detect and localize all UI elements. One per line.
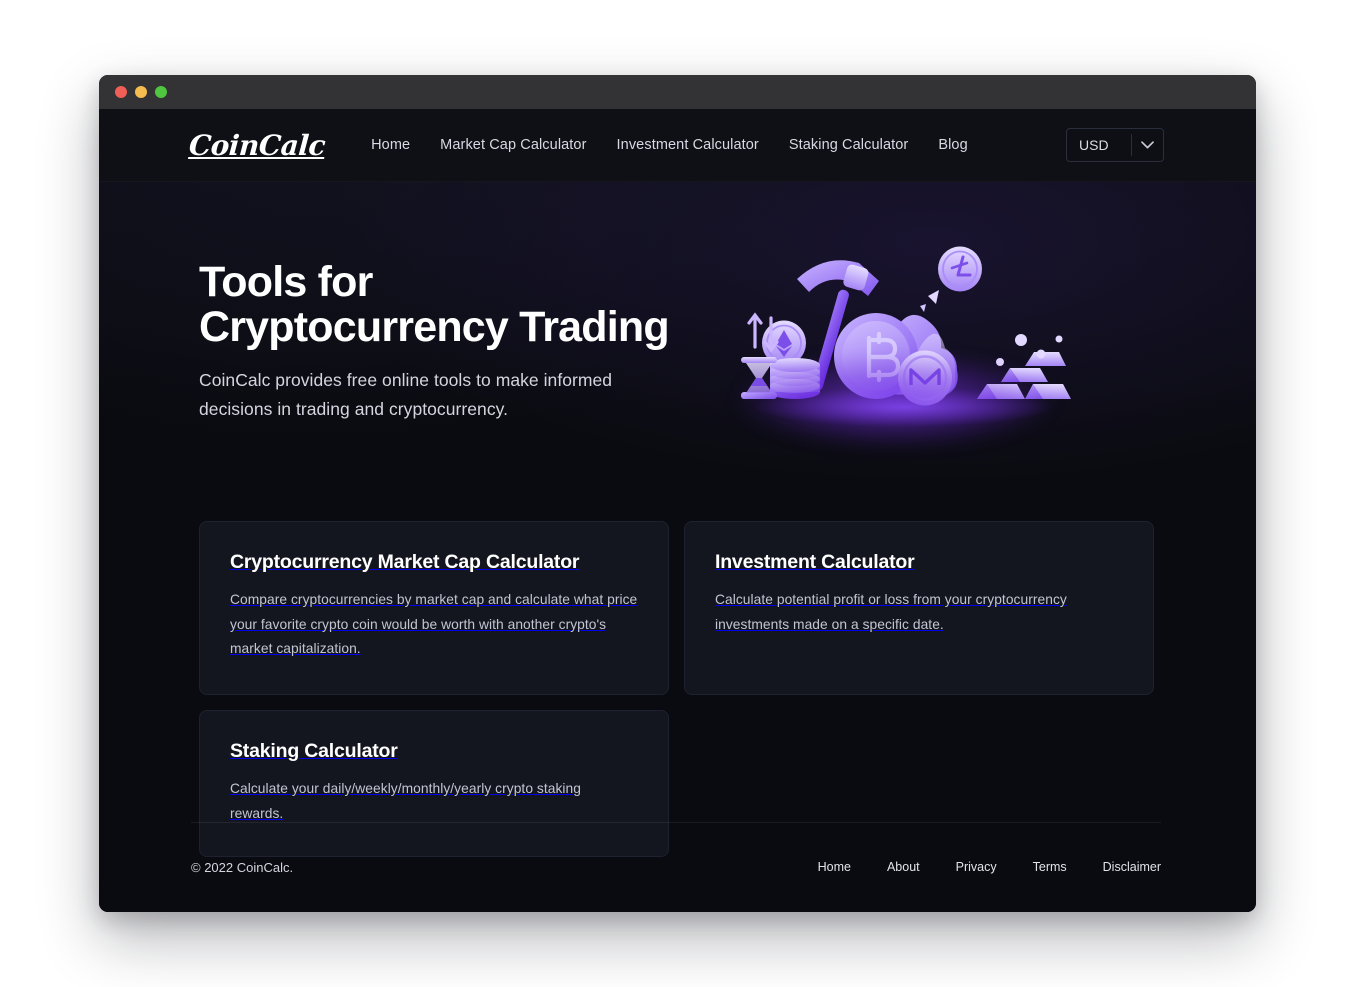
nav-link-investment-calculator[interactable]: Investment Calculator <box>617 137 759 153</box>
card-market-cap-calculator[interactable]: Cryptocurrency Market Cap Calculator Com… <box>199 521 669 695</box>
footer-item-home: Home <box>818 858 851 876</box>
card-investment-calculator[interactable]: Investment Calculator Calculate potentia… <box>684 521 1154 695</box>
tool-cards: Cryptocurrency Market Cap Calculator Com… <box>99 521 1256 858</box>
nav-item-home: Home <box>371 136 410 154</box>
currency-selected-value: USD <box>1079 137 1109 153</box>
nav-link-blog[interactable]: Blog <box>938 137 967 153</box>
nav-item-staking-calculator: Staking Calculator <box>789 136 908 154</box>
nav-item-investment-calculator: Investment Calculator <box>617 136 759 154</box>
minimize-window-button[interactable] <box>135 86 147 98</box>
footer-links: Home About Privacy Terms Disclaimer <box>818 858 1161 876</box>
maximize-window-button[interactable] <box>155 86 167 98</box>
footer-link-disclaimer[interactable]: Disclaimer <box>1103 860 1161 874</box>
chevron-down-icon <box>1132 141 1163 149</box>
hero-section: Tools for Cryptocurrency Trading CoinCal… <box>99 182 1256 449</box>
card-title: Staking Calculator <box>230 740 398 762</box>
nav-links: Home Market Cap Calculator Investment Ca… <box>371 136 968 154</box>
browser-titlebar <box>99 75 1256 109</box>
card-title: Investment Calculator <box>715 551 915 573</box>
footer-link-privacy[interactable]: Privacy <box>956 860 997 874</box>
footer-link-about[interactable]: About <box>887 860 920 874</box>
currency-selector[interactable]: USD <box>1066 128 1164 162</box>
card-title: Cryptocurrency Market Cap Calculator <box>230 551 580 573</box>
footer-item-disclaimer: Disclaimer <box>1103 858 1161 876</box>
card-description: Calculate your daily/weekly/monthly/year… <box>230 781 581 821</box>
site-footer: © 2022 CoinCalc. Home About Privacy Term… <box>99 822 1256 912</box>
hero-copy: Tools for Cryptocurrency Trading CoinCal… <box>199 244 670 423</box>
nav-item-market-cap-calculator: Market Cap Calculator <box>440 136 586 154</box>
nav-link-staking-calculator[interactable]: Staking Calculator <box>789 137 908 153</box>
site-logo[interactable]: CoinCalc <box>188 129 326 162</box>
nav-item-blog: Blog <box>938 136 967 154</box>
crypto-illustration-svg <box>741 246 1071 427</box>
hero-title: Tools for Cryptocurrency Trading <box>199 258 670 352</box>
footer-item-privacy: Privacy <box>956 858 997 876</box>
card-description: Compare cryptocurrencies by market cap a… <box>230 592 638 657</box>
browser-window: CoinCalc Home Market Cap Calculator Inve… <box>99 75 1256 912</box>
footer-item-terms: Terms <box>1033 858 1067 876</box>
footer-divider <box>191 822 1161 823</box>
crypto-mining-illustration <box>729 244 1079 449</box>
nav-link-home[interactable]: Home <box>371 137 410 153</box>
nav-link-market-cap-calculator[interactable]: Market Cap Calculator <box>440 137 586 153</box>
hero-subtitle: CoinCalc provides free online tools to m… <box>199 370 613 419</box>
main-navbar: CoinCalc Home Market Cap Calculator Inve… <box>99 109 1256 182</box>
page-content: CoinCalc Home Market Cap Calculator Inve… <box>99 109 1256 912</box>
copyright-text: © 2022 CoinCalc. <box>191 859 294 875</box>
card-description: Calculate potential profit or loss from … <box>715 592 1067 632</box>
close-window-button[interactable] <box>115 86 127 98</box>
footer-item-about: About <box>887 858 920 876</box>
footer-link-home[interactable]: Home <box>818 860 851 874</box>
footer-link-terms[interactable]: Terms <box>1033 860 1067 874</box>
